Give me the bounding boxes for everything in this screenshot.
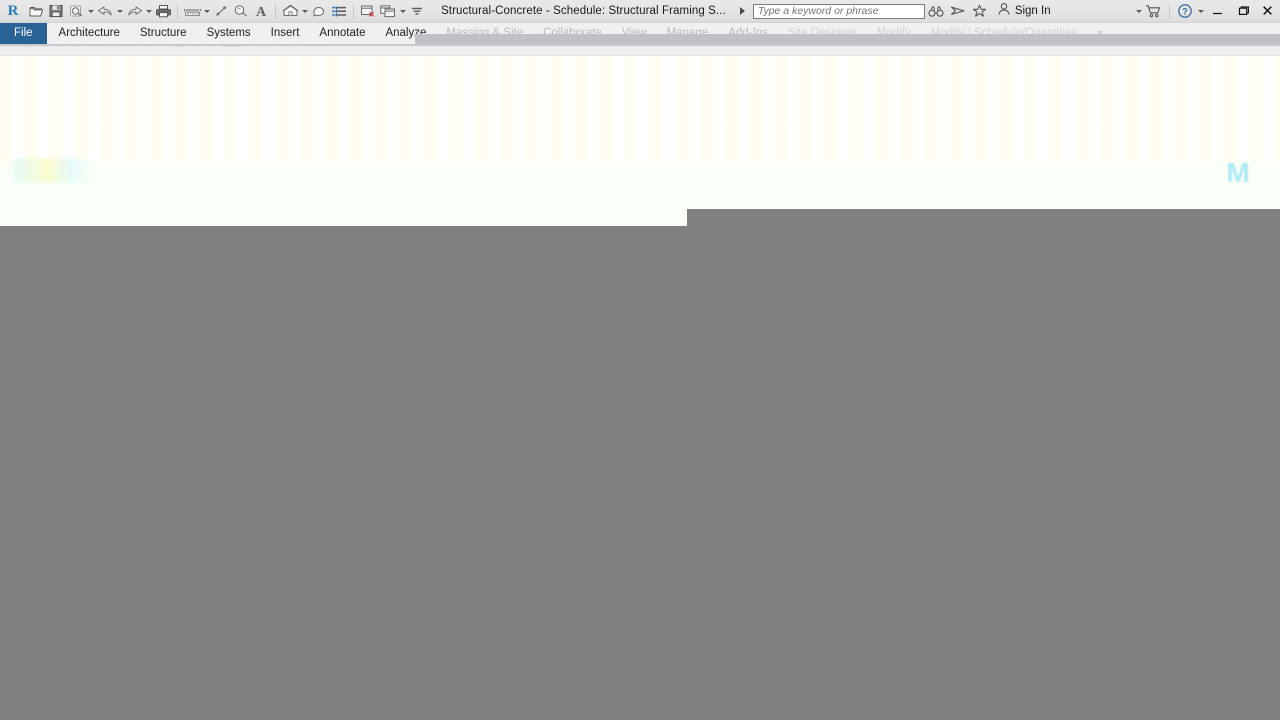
sign-in-caret-icon[interactable]	[1134, 1, 1143, 21]
help-caret-icon[interactable]	[1196, 1, 1205, 21]
revit-r-logo-icon[interactable]: R	[0, 0, 26, 22]
viewport-paint-stripes	[0, 56, 1280, 161]
measure-ruler-icon[interactable]	[182, 1, 202, 21]
text-A-icon[interactable]: A	[251, 1, 271, 21]
restore-button[interactable]	[1230, 0, 1255, 22]
house-3d-icon[interactable]	[280, 1, 300, 21]
ribbon-repaint-band-underline	[0, 44, 1280, 46]
tab-systems[interactable]: Systems	[197, 22, 261, 44]
a360-icon[interactable]	[947, 0, 969, 22]
search-input[interactable]	[757, 5, 920, 17]
save-as-cloud-icon[interactable]	[66, 1, 86, 21]
undo-caret-icon[interactable]	[115, 1, 124, 21]
person-icon	[997, 2, 1011, 21]
printer-icon[interactable]	[153, 1, 173, 21]
title-overflow-arrow-icon[interactable]	[739, 7, 745, 15]
close-button[interactable]: ✕	[1255, 0, 1280, 22]
floppy-disk-icon[interactable]	[46, 1, 66, 21]
tab-annotate[interactable]: Annotate	[309, 22, 375, 44]
thin-lines-icon[interactable]	[329, 1, 349, 21]
unpainted-region-left	[0, 226, 687, 720]
qat-separator-3	[353, 3, 354, 19]
redo-arrow-icon[interactable]	[124, 1, 144, 21]
measure-caret-icon[interactable]	[202, 1, 211, 21]
star-icon[interactable]	[969, 0, 991, 22]
svg-text:A: A	[256, 5, 267, 18]
tab-architecture[interactable]: Architecture	[49, 22, 130, 44]
shopping-cart-icon[interactable]	[1143, 0, 1165, 22]
navigation-cube-icon[interactable]: M	[1218, 156, 1258, 190]
switch-windows-caret-icon[interactable]	[398, 1, 407, 21]
title-bar: R A Structural-Concrete - Schedule: Stru…	[0, 0, 1280, 23]
svg-text:?: ?	[1182, 7, 1188, 17]
tab-file[interactable]: File	[0, 22, 47, 44]
window-controls: ✕	[1205, 0, 1280, 22]
switch-windows-icon[interactable]	[378, 1, 398, 21]
viewport-ghost-artifact-left	[14, 158, 94, 182]
help-search-box[interactable]	[752, 3, 925, 19]
unpainted-region-right	[687, 209, 1280, 720]
tab-structure[interactable]: Structure	[130, 22, 197, 44]
close-window-icon[interactable]	[358, 1, 378, 21]
ribbon-panel-strip	[0, 46, 1280, 56]
tab-insert[interactable]: Insert	[261, 22, 310, 44]
revit-application-window: WWW.MY-SITE.COM R	[0, 0, 1280, 720]
qat-dropdown-icon[interactable]	[407, 1, 427, 21]
minimize-button[interactable]	[1205, 0, 1230, 22]
titlebar-separator	[1169, 3, 1170, 19]
save-as-caret-icon[interactable]	[86, 1, 95, 21]
redo-caret-icon[interactable]	[144, 1, 153, 21]
open-folder-icon[interactable]	[26, 1, 46, 21]
section-icon[interactable]	[309, 1, 329, 21]
quick-access-toolbar: A	[26, 0, 427, 22]
qat-separator-2	[275, 3, 276, 19]
undo-arrow-icon[interactable]	[95, 1, 115, 21]
drawing-viewport[interactable]: M	[0, 56, 1280, 226]
3d-view-caret-icon[interactable]	[300, 1, 309, 21]
qat-separator	[177, 3, 178, 19]
aligned-dimension-icon[interactable]	[211, 1, 231, 21]
tag-icon[interactable]	[231, 1, 251, 21]
window-title: Structural-Concrete - Schedule: Structur…	[441, 5, 726, 17]
binoculars-icon[interactable]	[925, 0, 947, 22]
sign-in-label: Sign In	[1014, 5, 1051, 17]
question-circle-icon[interactable]: ?	[1174, 0, 1196, 22]
sign-in-button[interactable]: Sign In	[993, 2, 1055, 21]
